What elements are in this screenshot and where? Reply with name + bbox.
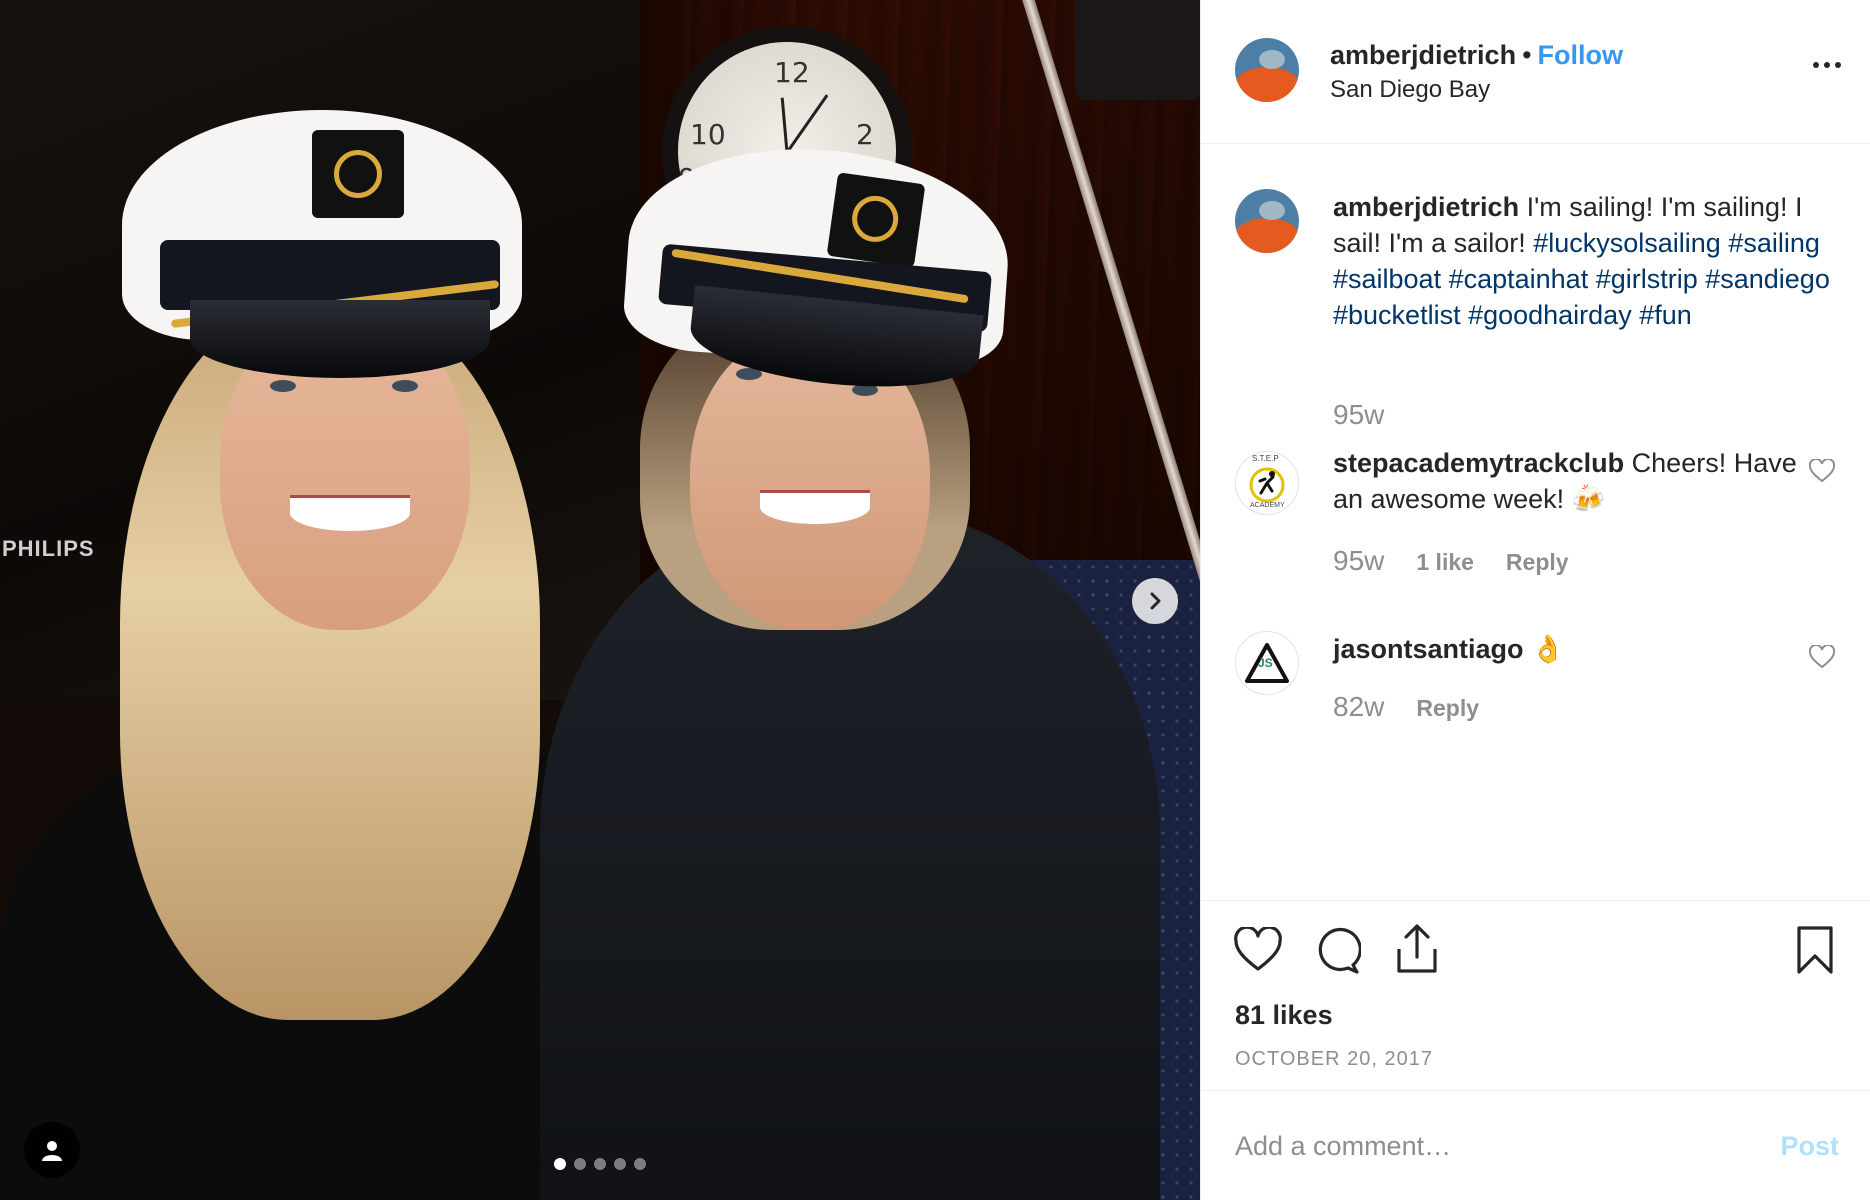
- comment-timestamp[interactable]: 95w: [1333, 545, 1384, 577]
- caption-username[interactable]: amberjdietrich: [1333, 192, 1519, 222]
- heart-icon: [1808, 457, 1836, 483]
- caption-timestamp[interactable]: 95w: [1333, 399, 1384, 431]
- speaker: [1075, 0, 1200, 100]
- comment-button[interactable]: [1313, 927, 1362, 980]
- caption-text: amberjdietrich I'm sailing! I'm sailing!…: [1333, 189, 1833, 333]
- chevron-right-icon: [1150, 592, 1161, 610]
- carousel-indicator: [554, 1158, 646, 1170]
- logo-text-top: S.T.E.P: [1252, 454, 1279, 463]
- comment-meta: 95w 1 like Reply: [1333, 545, 1569, 577]
- hat-emblem: [826, 172, 926, 268]
- hat-visor: [190, 300, 490, 378]
- clock-hand: [785, 94, 829, 154]
- save-button[interactable]: [1795, 925, 1835, 980]
- header-title-line: amberjdietrich • Follow: [1330, 40, 1623, 71]
- author-username[interactable]: amberjdietrich: [1330, 40, 1516, 70]
- commenter-avatar[interactable]: S.T.E.P ACADEMY: [1235, 451, 1299, 515]
- comment-meta: 82w Reply: [1333, 691, 1479, 723]
- ellipsis-icon: [1813, 62, 1819, 68]
- clock-number: 2: [856, 118, 874, 151]
- like-comment-button[interactable]: [1808, 457, 1836, 488]
- heart-icon: [1234, 925, 1282, 971]
- post-comment-button[interactable]: Post: [1780, 1131, 1839, 1162]
- ellipsis-dot: [1835, 62, 1841, 68]
- carousel-dot: [634, 1158, 646, 1170]
- user-silhouette-icon: [42, 1141, 62, 1161]
- author-avatar[interactable]: [1235, 189, 1299, 253]
- follow-button[interactable]: Follow: [1538, 40, 1623, 70]
- author-avatar[interactable]: [1235, 38, 1299, 102]
- carousel-dot: [574, 1158, 586, 1170]
- clock-number: 10: [690, 118, 726, 151]
- reply-button[interactable]: Reply: [1506, 549, 1569, 576]
- ellipsis-dot: [1824, 62, 1830, 68]
- comment-text: jasontsantiago 👌: [1333, 631, 1833, 667]
- logo-text-bottom: ACADEMY: [1250, 502, 1285, 509]
- post-header: amberjdietrich • Follow San Diego Bay: [1201, 0, 1870, 144]
- commenter-avatar[interactable]: JS: [1235, 631, 1299, 695]
- more-options-button[interactable]: [1813, 62, 1841, 68]
- hat-emblem: [312, 130, 404, 218]
- like-button[interactable]: [1233, 925, 1283, 978]
- avatar-art: [1259, 200, 1285, 220]
- photo-scene: 12 2 10 9 PHILIPS: [0, 0, 1200, 1200]
- separator-dot: •: [1522, 40, 1532, 70]
- clock-number: 12: [774, 56, 810, 89]
- logo-initials: JS: [1258, 656, 1273, 670]
- eye: [392, 380, 418, 392]
- post-photo[interactable]: 12 2 10 9 PHILIPS: [0, 0, 1200, 1200]
- like-comment-button[interactable]: [1808, 643, 1836, 674]
- post-sidebar: amberjdietrich • Follow San Diego Bay ambe…: [1200, 0, 1870, 1200]
- brand-label: PHILIPS: [2, 536, 95, 561]
- caption-meta: 95w: [1333, 399, 1384, 431]
- add-comment-bar: Post: [1201, 1090, 1870, 1200]
- avatar-art: [1259, 49, 1285, 69]
- bookmark-icon: [1797, 926, 1833, 974]
- commenter-username[interactable]: stepacademytrackclub: [1333, 448, 1624, 478]
- heart-icon: [1808, 643, 1836, 669]
- emblem-ring: [334, 150, 382, 198]
- tagged-users-button[interactable]: [24, 1122, 80, 1178]
- carousel-dot: [554, 1158, 566, 1170]
- post-date[interactable]: OCTOBER 20, 2017: [1235, 1048, 1433, 1071]
- speech-bubble-icon: [1318, 928, 1362, 974]
- reply-button[interactable]: Reply: [1416, 695, 1479, 722]
- carousel-dot: [594, 1158, 606, 1170]
- avatar-art: [1235, 66, 1299, 102]
- next-photo-button[interactable]: [1132, 578, 1178, 624]
- emblem-ring: [849, 192, 902, 245]
- comment-likes[interactable]: 1 like: [1416, 549, 1474, 576]
- post-location[interactable]: San Diego Bay: [1330, 76, 1490, 104]
- carousel-dot: [614, 1158, 626, 1170]
- share-upload-icon: [1397, 924, 1437, 973]
- likes-count[interactable]: 81 likes: [1235, 1000, 1333, 1031]
- comment-input[interactable]: [1235, 1121, 1755, 1171]
- comment-body: 👌: [1531, 634, 1565, 664]
- share-button[interactable]: [1393, 923, 1441, 980]
- eye: [270, 380, 296, 392]
- comment-text: stepacademytrackclub Cheers! Have an awe…: [1333, 445, 1833, 517]
- comments-section: amberjdietrich I'm sailing! I'm sailing!…: [1201, 145, 1870, 899]
- clock-hand: [780, 97, 789, 153]
- instagram-post: 12 2 10 9 PHILIPS: [0, 0, 1870, 1200]
- smile: [290, 495, 410, 531]
- smile: [760, 490, 870, 524]
- commenter-username[interactable]: jasontsantiago: [1333, 634, 1524, 664]
- avatar-art: [1235, 217, 1299, 253]
- comment-timestamp[interactable]: 82w: [1333, 691, 1384, 723]
